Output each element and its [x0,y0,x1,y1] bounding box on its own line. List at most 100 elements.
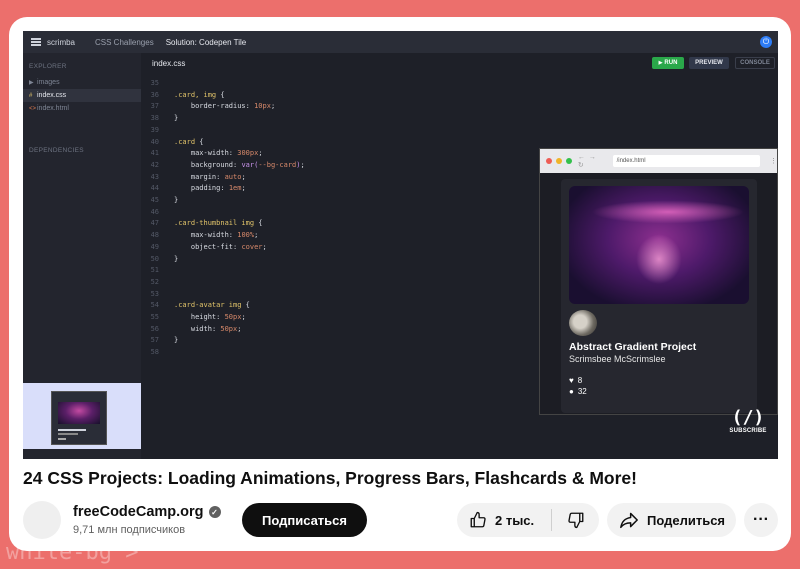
code-line[interactable]: object-fit: cover; [174,243,267,251]
file-name: index.css [37,92,67,99]
folder-icon: ▶ [29,80,34,86]
mini-preview-line [58,429,86,431]
url-bar[interactable]: /index.html [612,155,760,167]
mini-preview-line [58,438,66,440]
watermark-subscribe-label: SUBSCRIBE [729,428,767,434]
card-thumbnail-image [569,186,749,304]
line-number: 40 [150,137,159,146]
code-line[interactable]: background: var(--bg-card); [174,161,305,169]
hash-icon: # [29,93,33,99]
code-line[interactable]: border-radius: 10px; [174,102,275,110]
mini-preview-thumbnail [23,383,141,449]
line-number: 41 [150,149,159,158]
line-number: 48 [150,231,159,240]
file-name: index.html [37,105,69,112]
comment-icon: ● [569,387,574,396]
line-number: 57 [150,336,159,345]
share-button[interactable]: Поделиться [607,503,736,537]
verified-check-icon: ✓ [208,506,221,518]
file-item-images[interactable]: ▶ images [23,76,141,89]
project-card: Abstract Gradient Project Scrimsbee McSc… [561,179,757,413]
code-line[interactable]: } [174,196,178,204]
line-number: 39 [150,125,159,134]
code-line[interactable]: width: 50px; [174,325,242,333]
power-icon[interactable]: ⏻ [760,36,772,48]
line-number: 58 [150,348,159,357]
browser-menu-icon[interactable]: ⋮ [770,157,777,165]
more-actions-button[interactable]: ··· [744,503,778,537]
channel-avatar[interactable] [23,501,61,539]
code-line[interactable]: .card { [174,138,204,146]
code-line[interactable]: margin: auto; [174,173,246,181]
code-line[interactable]: .card, img { [174,91,225,99]
code-line[interactable]: } [174,114,178,122]
channel-watermark[interactable]: (/) SUBSCRIBE [728,407,768,434]
code-line[interactable]: padding: 1em; [174,184,246,192]
code-line[interactable]: } [174,255,178,263]
html-icon: <> [29,106,37,112]
line-number: 46 [150,207,159,216]
close-dot-icon [546,158,552,164]
code-line[interactable]: .card-avatar img { [174,301,250,309]
line-number: 53 [150,289,159,298]
mini-preview-image [58,402,100,424]
line-number: 55 [150,313,159,321]
line-number: 44 [150,184,159,193]
code-line[interactable]: } [174,336,178,344]
line-number: 47 [150,219,159,228]
preview-button[interactable]: PREVIEW [689,57,729,69]
comments-count: 32 [577,387,587,396]
browser-nav-icons[interactable]: ← → ↻ [578,154,607,169]
editor-tab-index-css[interactable]: index.css [152,59,185,68]
code-editor: index.css ▶ RUN PREVIEW CONSOLE 35 36 .car… [141,53,778,459]
fcc-logo-icon: (/) [731,407,765,428]
like-dislike-group: 2 тыс. [457,503,599,537]
video-card: scrimba CSS Challenges Solution: Codepen… [9,17,791,551]
file-item-index-css[interactable]: # index.css [23,89,141,102]
thumbs-down-icon [567,512,583,529]
preview-browser: ← → ↻ /index.html ⋮ Abstract Gradient Pr… [539,148,778,415]
video-player[interactable]: scrimba CSS Challenges Solution: Codepen… [23,31,778,459]
scrimba-logo-text: scrimba [47,37,76,47]
line-number: 45 [150,196,159,204]
like-button[interactable]: 2 тыс. [457,503,551,537]
code-line[interactable]: .card-thumbnail img { [174,219,263,227]
minimize-dot-icon [555,158,562,164]
channel-name[interactable]: freeCodeCamp.org ✓ [73,504,221,520]
card-title: Abstract Gradient Project [569,341,697,353]
file-item-index-html[interactable]: <>index.html [23,102,141,115]
card-avatar [569,310,597,336]
scrimba-logo-icon [31,38,41,46]
line-number: 49 [150,242,159,251]
breadcrumb-css-challenges[interactable]: CSS Challenges [95,38,154,47]
share-arrow-icon [620,512,638,529]
run-button[interactable]: ▶ RUN [652,57,684,69]
card-likes: ♥ 8 [569,376,582,385]
maximize-dot-icon [565,158,572,164]
line-number: 54 [150,301,159,310]
dislike-button[interactable] [552,503,599,537]
thumbs-up-icon [470,511,486,528]
code-line[interactable]: max-width: 300px; [174,149,263,157]
play-icon: ▶ [658,60,663,66]
file-name: images [37,79,60,86]
heart-icon: ♥ [569,376,574,385]
code-line[interactable]: max-width: 100%; [174,231,258,239]
console-button[interactable]: CONSOLE [735,57,775,69]
browser-toolbar: ← → ↻ /index.html ⋮ [540,149,777,173]
breadcrumb-solution: Solution: Codepen Tile [165,37,247,47]
code-line[interactable]: height: 50px; [174,313,246,321]
channel-name-text[interactable]: freeCodeCamp.org [73,504,204,520]
subscribe-button[interactable]: Подписаться [242,503,367,537]
scrimba-logo: scrimba [31,38,89,47]
line-number: 42 [150,160,159,169]
line-number: 37 [150,102,159,111]
line-number: 35 [150,79,159,87]
scrimba-topbar: scrimba CSS Challenges Solution: Codepen… [23,31,778,53]
share-label: Поделиться [647,512,726,528]
line-number: 56 [150,324,159,333]
card-author: Scrimsbee McScrimslee [569,354,666,364]
mini-preview-window [51,391,107,445]
line-number: 36 [150,90,159,99]
video-title: 24 CSS Projects: Loading Animations, Pro… [23,468,637,488]
